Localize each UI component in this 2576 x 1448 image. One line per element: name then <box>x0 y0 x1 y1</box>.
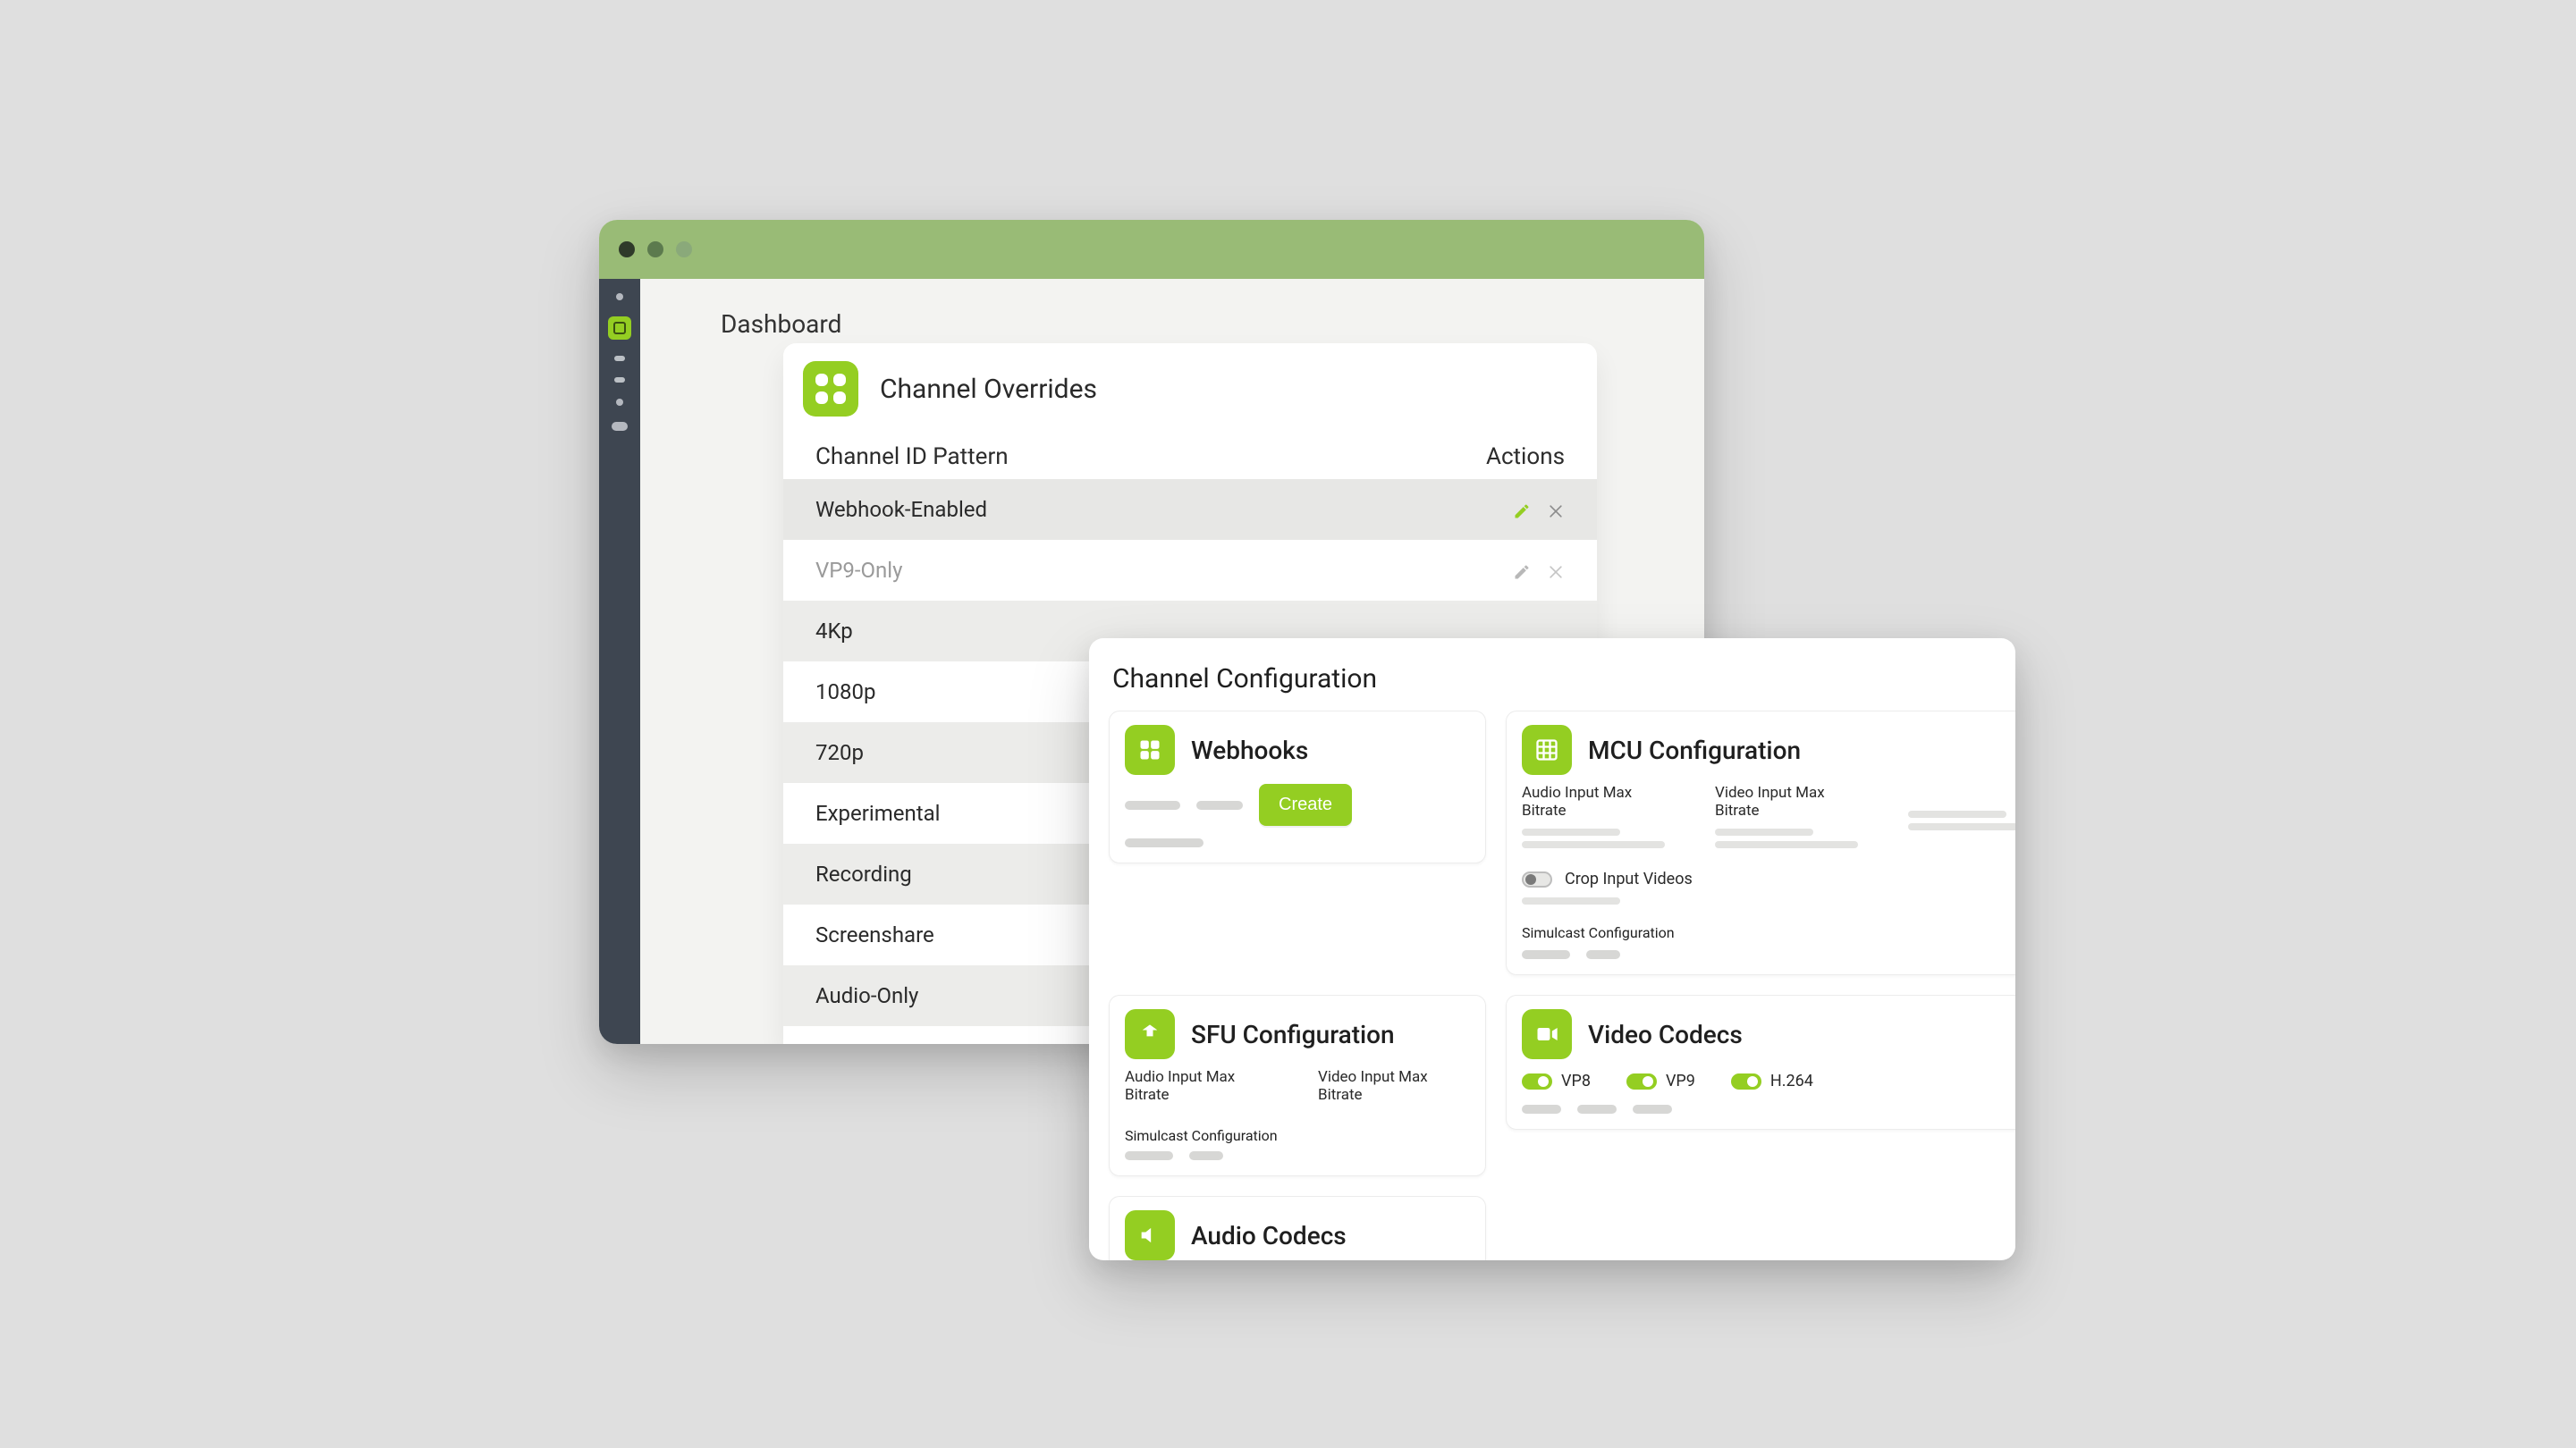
window-close-dot[interactable] <box>619 241 635 257</box>
close-icon[interactable] <box>1547 561 1565 579</box>
pattern-label: Experimental <box>815 801 941 826</box>
table-icon <box>1522 725 1572 775</box>
field-label: Video Input Max Bitrate <box>1318 1068 1470 1104</box>
pattern-label: Webhook-Enabled <box>815 497 987 522</box>
close-icon[interactable] <box>1547 501 1565 518</box>
breadcrumb: Dashboard <box>721 309 1624 339</box>
card-title: Audio Codecs <box>1191 1221 1347 1250</box>
edit-icon[interactable] <box>1513 501 1531 518</box>
placeholder-bar <box>1125 838 1204 847</box>
channel-config-panel: Channel Configuration Webhooks Create <box>1089 638 2015 1260</box>
card-sfu: SFU Configuration Audio Input Max Bitrat… <box>1109 995 1486 1176</box>
placeholder-bar <box>1522 897 1620 905</box>
panel-title: Channel Overrides <box>880 374 1097 405</box>
placeholder-bar <box>1125 1151 1173 1160</box>
sidebar <box>599 279 640 1044</box>
col-actions: Actions <box>1486 443 1565 470</box>
placeholder-bar <box>1586 950 1620 959</box>
pattern-label: 4Kp <box>815 619 853 644</box>
card-webhooks: Webhooks Create <box>1109 711 1486 863</box>
placeholder-bar <box>1522 950 1570 959</box>
placeholder-bar <box>1908 811 2006 818</box>
card-title: MCU Configuration <box>1588 736 1801 765</box>
card-title: SFU Configuration <box>1191 1020 1395 1049</box>
placeholder-bar <box>1522 841 1665 848</box>
codec-toggle-vp9[interactable] <box>1626 1073 1657 1090</box>
override-row[interactable]: Webhook-Enabled <box>783 479 1597 540</box>
codec-toggle-h264[interactable] <box>1731 1073 1761 1090</box>
sidebar-item-active[interactable] <box>608 316 631 340</box>
create-button[interactable]: Create <box>1259 784 1352 826</box>
codec-label: H.264 <box>1770 1072 1813 1090</box>
placeholder-bar <box>1908 823 2015 830</box>
pattern-label: Audio-Only <box>815 983 918 1008</box>
codec-label: VP8 <box>1561 1072 1591 1090</box>
dashboard-icon <box>613 322 626 334</box>
placeholder-bar <box>1189 1151 1223 1160</box>
codec-label: VP9 <box>1666 1072 1695 1090</box>
pattern-label: VP9-Only <box>815 558 903 583</box>
field-label: Video Input Max Bitrate <box>1715 784 1867 820</box>
card-video-codecs: Video Codecs VP8 VP9 H.264 <box>1506 995 2015 1130</box>
window-minimize-dot[interactable] <box>647 241 663 257</box>
pattern-label: Screenshare <box>815 922 934 947</box>
override-row[interactable]: VP9-Only <box>783 540 1597 601</box>
placeholder-bar <box>1633 1105 1672 1114</box>
grid-icon <box>1125 725 1175 775</box>
card-title: Webhooks <box>1191 736 1308 765</box>
pattern-label: 720p <box>815 740 864 765</box>
config-title: Channel Configuration <box>1112 663 1992 695</box>
toggle-label: Crop Input Videos <box>1565 870 1693 888</box>
sidebar-item-3[interactable] <box>614 356 625 361</box>
grid-icon <box>803 361 858 417</box>
crop-input-toggle[interactable] <box>1522 871 1552 888</box>
card-audio-codecs: Audio Codecs Opus PCMA PCMU G.722 <box>1109 1196 1486 1260</box>
placeholder-bar <box>1715 829 1813 836</box>
edit-icon[interactable] <box>1513 561 1531 579</box>
sidebar-item-cloud[interactable] <box>612 422 628 431</box>
table-header: Channel ID Pattern Actions <box>783 429 1597 479</box>
field-label: Audio Input Max Bitrate <box>1522 784 1674 820</box>
col-pattern: Channel ID Pattern <box>815 443 1009 470</box>
placeholder-bar <box>1522 829 1620 836</box>
field-label: Simulcast Configuration <box>1522 924 2015 941</box>
field-label: Audio Input Max Bitrate <box>1125 1068 1277 1104</box>
placeholder-bar <box>1522 1105 1561 1114</box>
codec-toggle-vp8[interactable] <box>1522 1073 1552 1090</box>
placeholder-bar <box>1577 1105 1617 1114</box>
pattern-label: Recording <box>815 862 912 887</box>
sidebar-item-4[interactable] <box>614 377 625 383</box>
fork-icon <box>1125 1009 1175 1059</box>
placeholder-bar <box>1715 841 1858 848</box>
camera-icon <box>1522 1009 1572 1059</box>
speaker-icon <box>1125 1210 1175 1260</box>
sidebar-item-1[interactable] <box>616 293 623 300</box>
placeholder-bar <box>1125 801 1180 810</box>
card-title: Video Codecs <box>1588 1020 1743 1049</box>
card-mcu: MCU Configuration Audio Input Max Bitrat… <box>1506 711 2015 975</box>
pattern-label: 1080p <box>815 679 875 704</box>
sidebar-item-5[interactable] <box>616 399 623 406</box>
window-zoom-dot[interactable] <box>676 241 692 257</box>
field-label: Simulcast Configuration <box>1125 1127 1470 1144</box>
titlebar <box>599 220 1704 279</box>
placeholder-bar <box>1196 801 1243 810</box>
